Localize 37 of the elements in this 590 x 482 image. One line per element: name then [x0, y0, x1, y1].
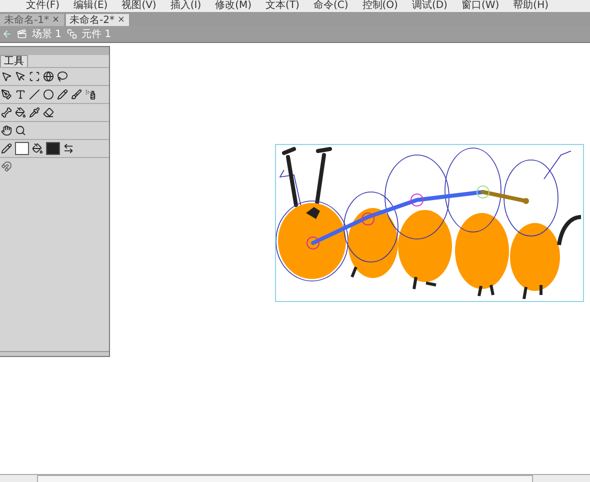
stroke-color-icon[interactable]	[1, 143, 12, 154]
pen-tool-icon[interactable]	[1, 89, 12, 100]
selection-tool-icon[interactable]	[1, 71, 12, 82]
menu-item[interactable]: 控制(O)	[362, 0, 398, 12]
menu-item[interactable]: 命令(C)	[313, 0, 348, 12]
hand-tool-icon[interactable]	[1, 125, 12, 136]
oval-tool-icon[interactable]	[43, 89, 54, 100]
menu-item[interactable]: 帮助(H)	[513, 0, 548, 12]
lasso-tool-icon[interactable]	[57, 71, 68, 82]
panel-tab[interactable]: 工具	[0, 55, 28, 67]
line-tool-icon[interactable]	[29, 89, 40, 100]
fill-swatch[interactable]	[46, 142, 60, 155]
menu-item[interactable]: 调试(D)	[412, 0, 448, 12]
eyedropper-tool-icon[interactable]	[29, 107, 40, 118]
menu-item[interactable]: 编辑(E)	[74, 0, 108, 12]
close-icon[interactable]: ×	[118, 15, 126, 25]
menu-item[interactable]: 修改(M)	[215, 0, 252, 12]
paint-bucket-tool-icon[interactable]	[15, 107, 26, 118]
menu-item[interactable]: 视图(V)	[122, 0, 156, 12]
swap-colors-icon[interactable]	[63, 143, 74, 154]
document-tab[interactable]: 未命名-1* ×	[0, 14, 64, 26]
bone-tool-icon[interactable]	[1, 107, 12, 118]
scrollbar-thumb[interactable]	[37, 475, 533, 482]
subselection-tool-icon[interactable]	[15, 71, 26, 82]
fill-color-icon[interactable]	[32, 143, 43, 154]
search-icon[interactable]	[15, 125, 26, 136]
text-tool-icon[interactable]	[15, 89, 26, 100]
symbol-icon	[66, 29, 77, 39]
eraser-tool-icon[interactable]	[43, 107, 54, 118]
pencil-tool-icon[interactable]	[57, 89, 68, 100]
document-tab[interactable]: 未命名-2* ×	[66, 14, 130, 26]
stroke-swatch[interactable]	[15, 142, 29, 155]
close-icon[interactable]: ×	[52, 15, 60, 25]
menu-item[interactable]: 插入(I)	[170, 0, 202, 12]
transform-tool-icon[interactable]	[29, 71, 40, 82]
brush-tool-icon[interactable]	[71, 89, 82, 100]
clapperboard-icon	[17, 29, 27, 39]
